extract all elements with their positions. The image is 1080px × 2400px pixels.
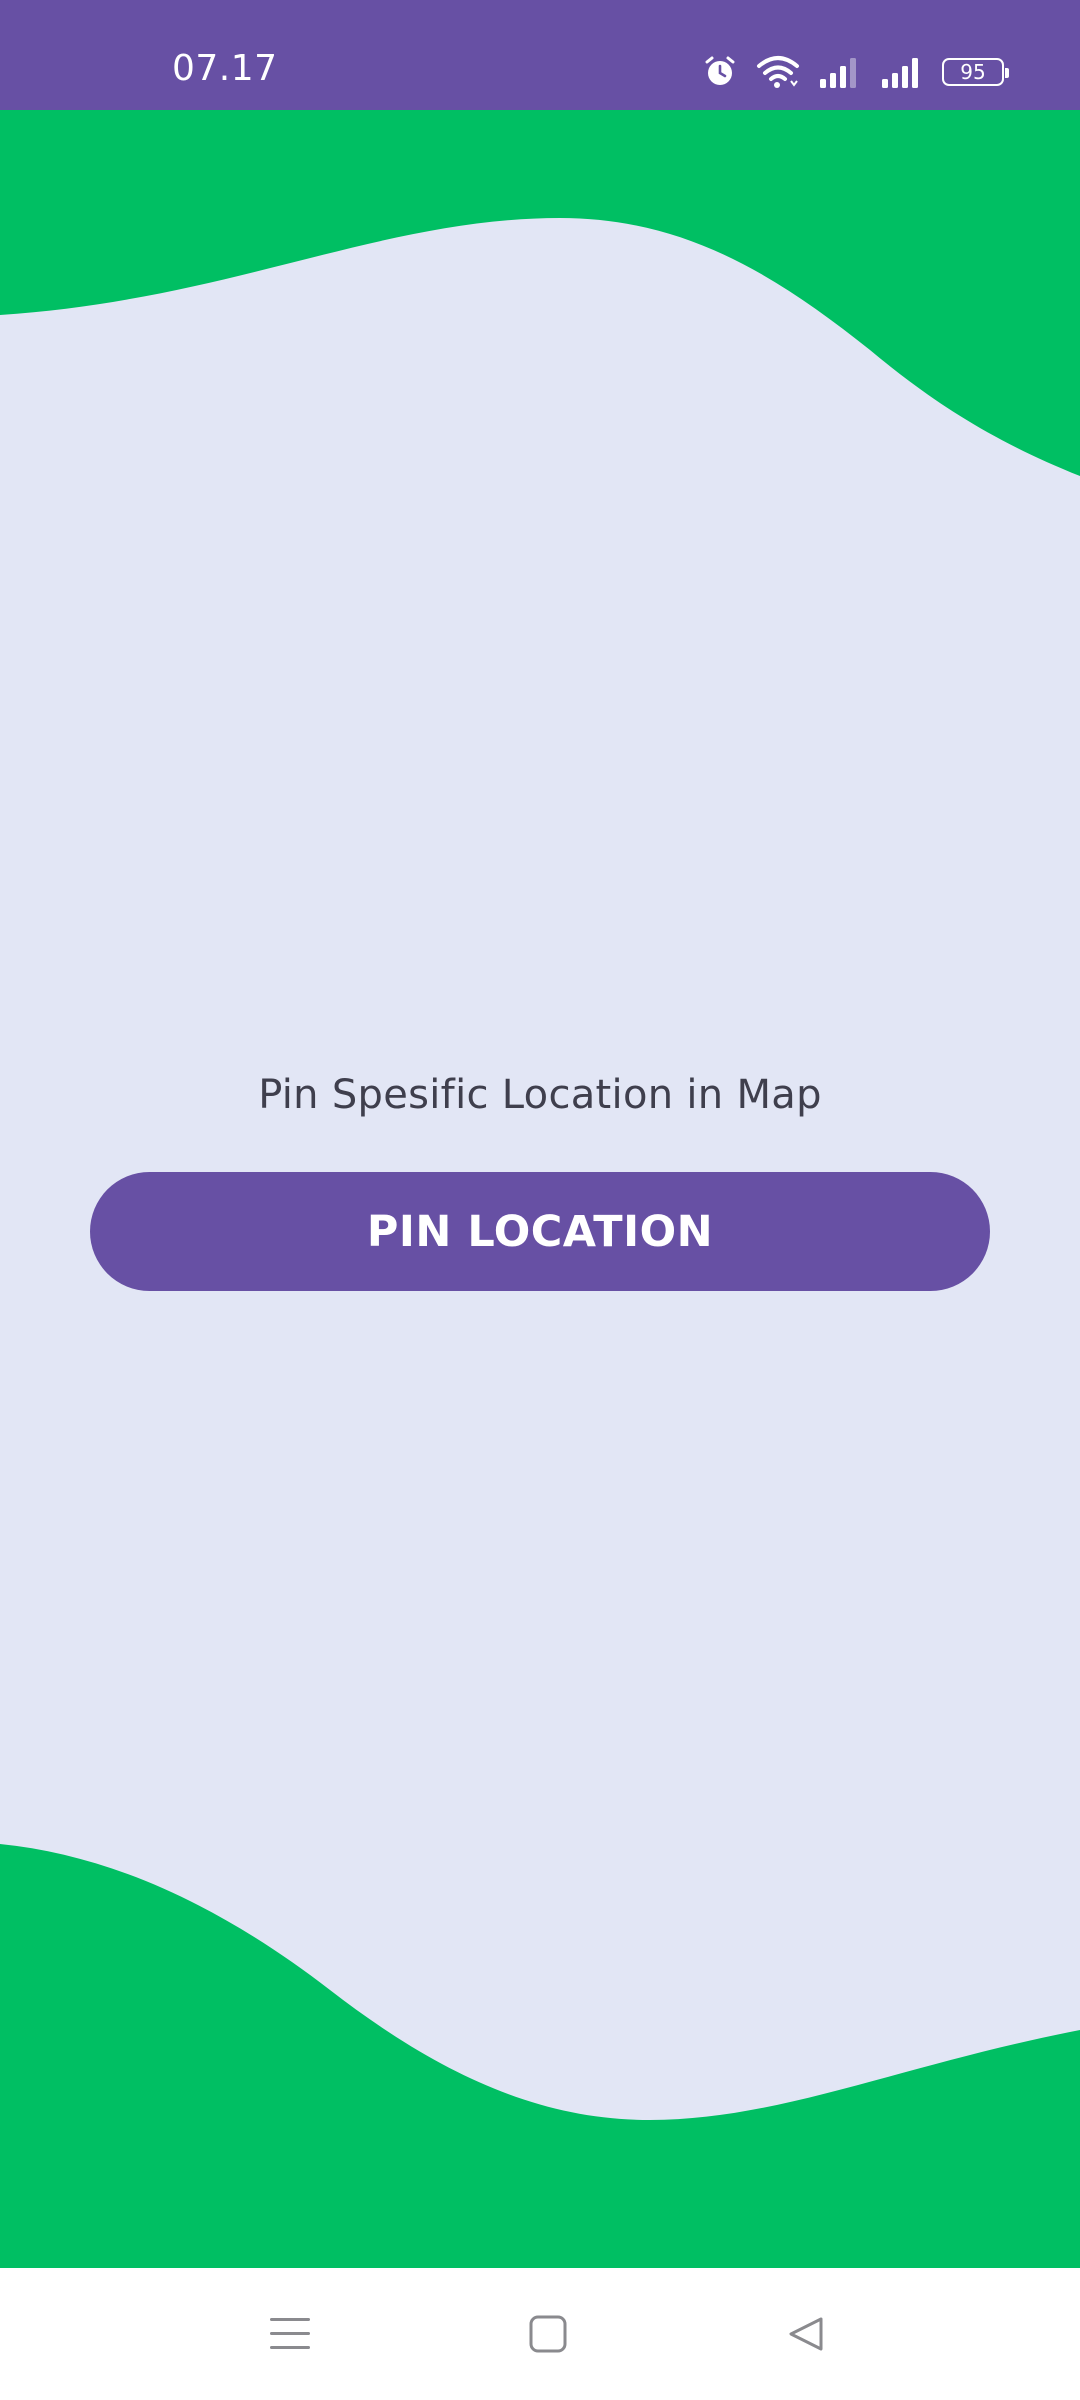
status-time: 07.17 <box>172 48 278 89</box>
signal-icon-sim1 <box>818 55 862 89</box>
signal-icon-sim2 <box>880 55 924 89</box>
pin-location-prompt: Pin Spesific Location in Map <box>258 1072 822 1118</box>
status-icons: 95 <box>702 50 1009 94</box>
battery-icon: 95 <box>942 58 1009 86</box>
alarm-icon <box>702 54 738 90</box>
pin-location-button[interactable]: PIN LOCATION <box>90 1172 990 1291</box>
top-wave-decoration <box>0 110 1080 476</box>
home-icon[interactable] <box>516 2302 580 2366</box>
wifi-icon <box>756 54 800 90</box>
menu-icon[interactable] <box>258 2302 322 2366</box>
battery-level: 95 <box>960 60 986 84</box>
screen: 07.17 95 Pin Spesific Location in Map PI… <box>0 0 1080 2400</box>
navigation-bar <box>0 2268 1080 2400</box>
back-icon[interactable] <box>774 2302 838 2366</box>
bottom-wave-decoration <box>0 1844 1080 2270</box>
status-bar: 07.17 95 <box>0 0 1080 110</box>
